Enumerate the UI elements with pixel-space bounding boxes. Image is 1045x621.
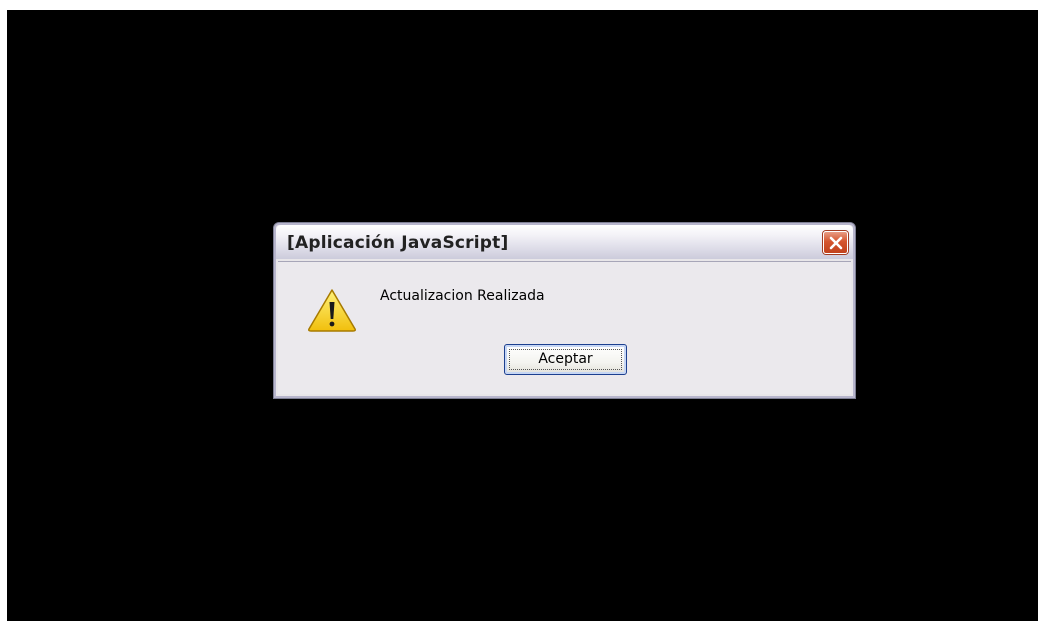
dialog-message: Actualizacion Realizada [380,288,545,304]
accept-button-label: Aceptar [538,351,593,367]
accept-button[interactable]: Aceptar [504,344,627,375]
close-icon [829,236,843,250]
dialog-content: Actualizacion Realizada Aceptar [278,261,851,394]
alert-dialog: [Aplicación JavaScript] Actualizacion Re… [273,222,856,399]
dialog-title: [Aplicación JavaScript] [287,233,509,253]
warning-icon [308,289,356,332]
desktop-background: [Aplicación JavaScript] Actualizacion Re… [7,10,1038,621]
dialog-titlebar[interactable]: [Aplicación JavaScript] [276,225,853,259]
close-button[interactable] [823,231,848,254]
